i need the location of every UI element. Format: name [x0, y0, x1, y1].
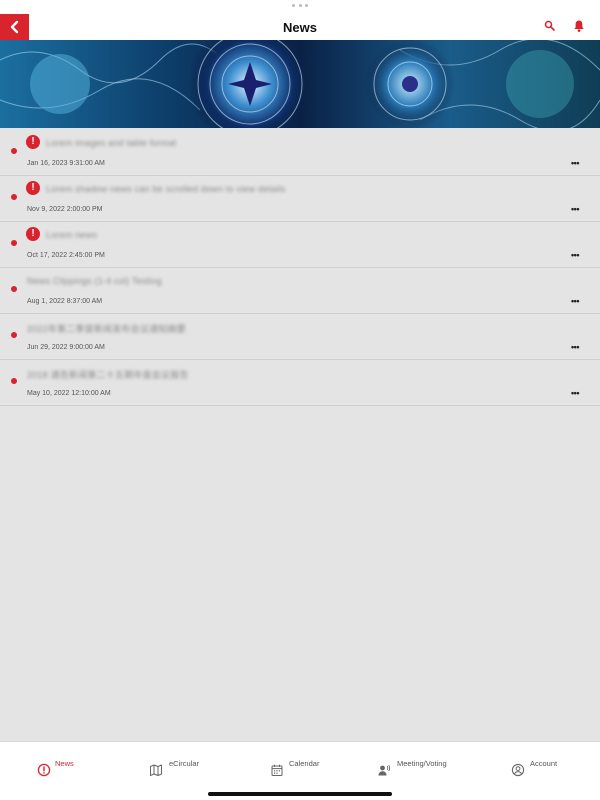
alert-icon: !	[26, 227, 40, 241]
alert-circle-icon	[37, 763, 51, 777]
more-options-button[interactable]: •••	[568, 388, 582, 398]
page-title: News	[283, 20, 317, 35]
tab-news[interactable]: News	[0, 742, 120, 800]
news-title: Lorem images and table format	[46, 138, 177, 148]
tab-label: News	[55, 759, 74, 768]
news-item[interactable]: 2022年第二季度新闻发布会议通知摘要 Jun 29, 2022 9:00:00…	[0, 314, 600, 360]
news-date: Jan 16, 2023 9:31:00 AM	[27, 160, 105, 167]
news-title: Lorem shadow news can be scrolled down t…	[46, 184, 286, 194]
unread-indicator	[11, 148, 17, 154]
more-options-button[interactable]: •••	[568, 158, 582, 168]
top-bar: News	[0, 0, 600, 40]
bell-icon	[574, 20, 584, 32]
news-title: 2018 通告新闻第二十五期年度会议报告	[27, 370, 189, 380]
more-options-button[interactable]: •••	[568, 250, 582, 260]
news-list: ! Lorem images and table format Jan 16, …	[0, 130, 600, 406]
tab-label: eCircular	[169, 759, 200, 768]
news-item[interactable]: 2018 通告新闻第二十五期年度会议报告 May 10, 2022 12:10:…	[0, 360, 600, 406]
news-date: Nov 9, 2022 2:00:00 PM	[27, 206, 103, 213]
more-options-button[interactable]: •••	[568, 342, 582, 352]
news-item[interactable]: News Clippings (1-4 col) Testing Aug 1, …	[0, 268, 600, 314]
search-icon	[544, 20, 555, 31]
unread-indicator	[11, 194, 17, 200]
alert-icon: !	[26, 135, 40, 149]
notifications-button[interactable]	[572, 19, 586, 33]
tab-label: Meeting/Voting	[397, 759, 447, 768]
unread-indicator	[11, 240, 17, 246]
unread-indicator	[11, 286, 17, 292]
news-title: News Clippings (1-4 col) Testing	[27, 276, 162, 286]
map-icon	[150, 764, 162, 776]
news-item[interactable]: ! Lorem news Oct 17, 2022 2:45:00 PM •••	[0, 222, 600, 268]
more-options-button[interactable]: •••	[568, 296, 582, 306]
user-circle-icon	[511, 763, 525, 777]
news-date: Aug 1, 2022 8:37:00 AM	[27, 298, 103, 305]
calendar-icon	[271, 764, 283, 776]
alert-icon: !	[26, 181, 40, 195]
unread-indicator	[11, 332, 17, 338]
unread-indicator	[11, 378, 17, 384]
search-button[interactable]	[543, 19, 557, 33]
news-title: 2022年第二季度新闻发布会议通知摘要	[27, 324, 186, 334]
speaker-person-icon	[378, 764, 391, 776]
news-item[interactable]: ! Lorem images and table format Jan 16, …	[0, 130, 600, 176]
more-options-button[interactable]: •••	[568, 204, 582, 214]
tab-label: Calendar	[289, 759, 320, 768]
window-grabber[interactable]	[292, 4, 308, 8]
news-date: Jun 29, 2022 9:00:00 AM	[27, 344, 105, 351]
news-banner-image	[0, 40, 600, 128]
tab-account[interactable]: Account	[480, 742, 600, 800]
tab-label: Account	[530, 759, 558, 768]
news-date: Oct 17, 2022 2:45:00 PM	[27, 252, 105, 259]
news-date: May 10, 2022 12:10:00 AM	[27, 390, 111, 397]
news-item[interactable]: ! Lorem shadow news can be scrolled down…	[0, 176, 600, 222]
news-title: Lorem news	[46, 230, 98, 240]
home-indicator	[208, 792, 392, 796]
